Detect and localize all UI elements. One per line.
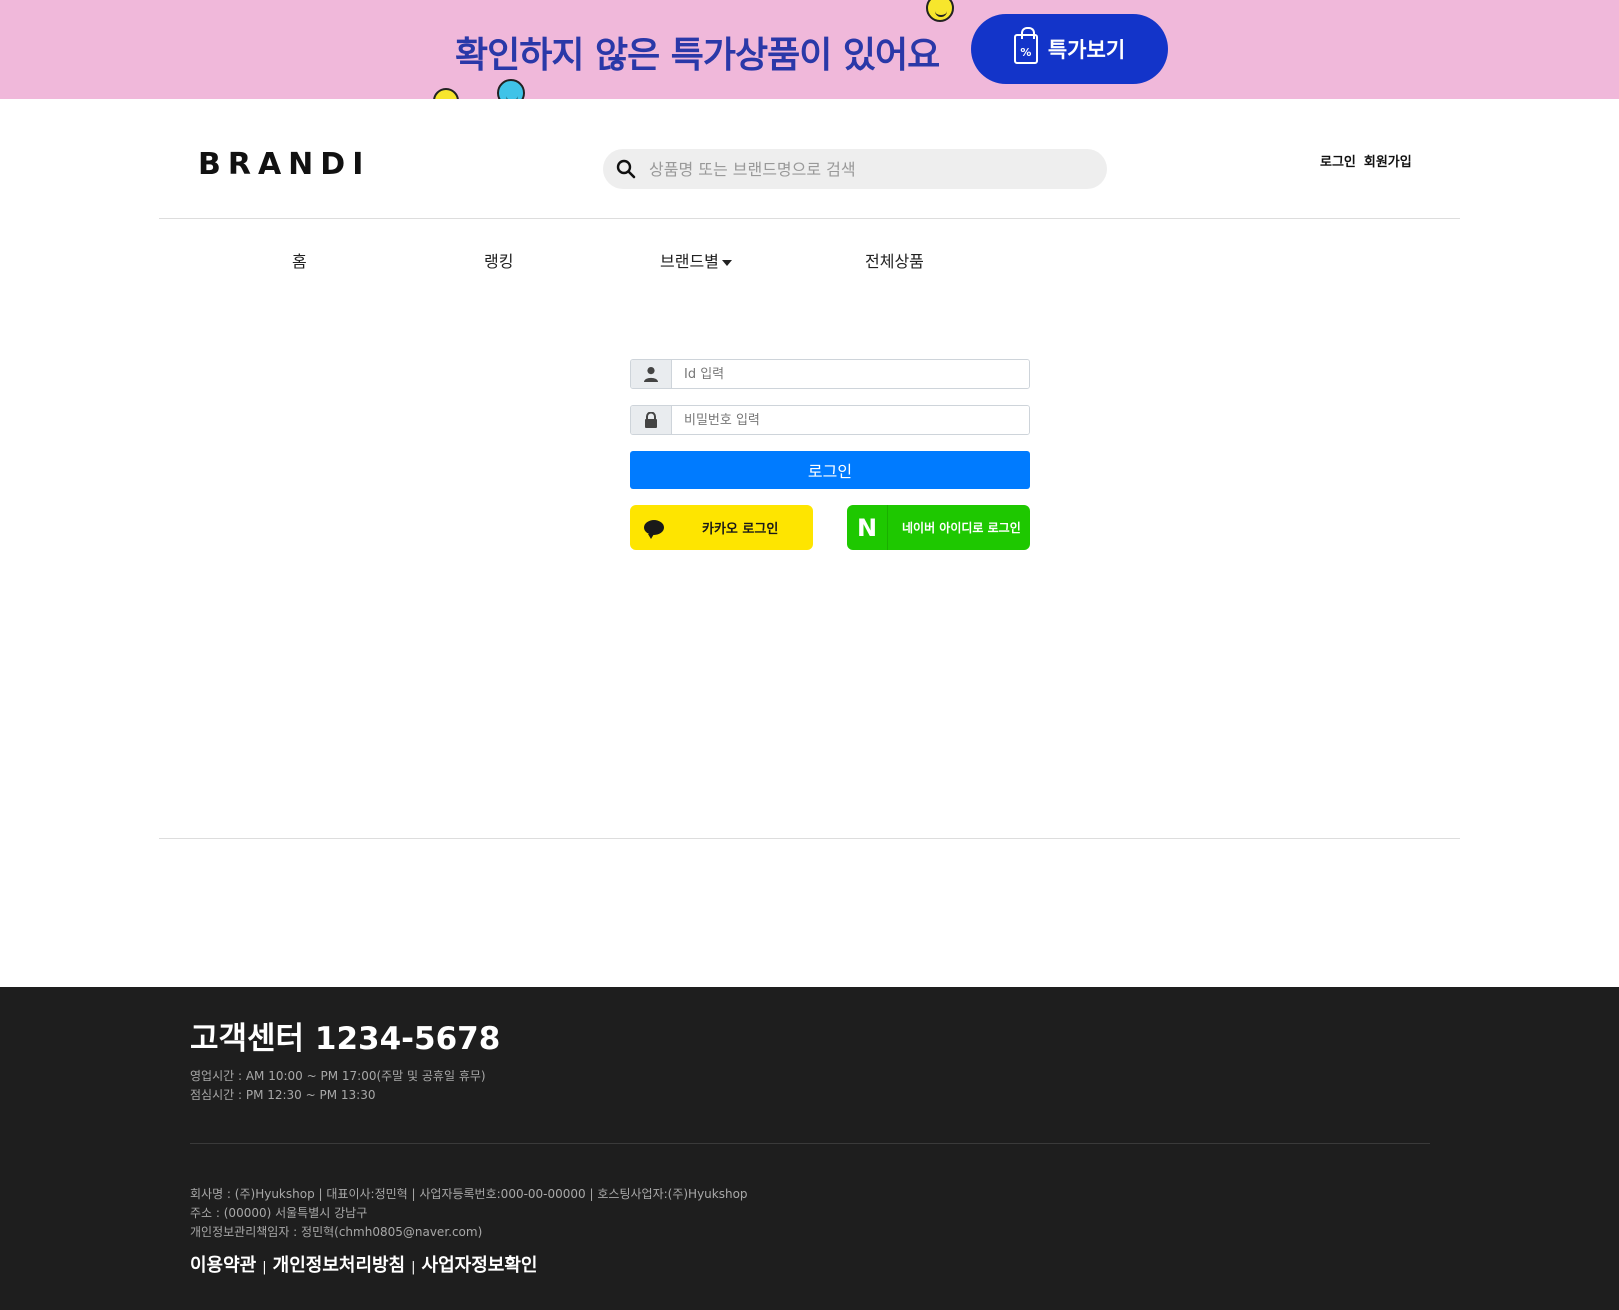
nav-item-brands[interactable]: 브랜드별 — [660, 248, 732, 272]
promo-banner[interactable]: 확인하지 않은 특가상품이 있어요 % 특가보기 — [0, 0, 1619, 99]
nav-item-all-products[interactable]: 전체상품 — [865, 248, 924, 272]
link-separator: | — [411, 1260, 416, 1275]
naver-divider — [887, 505, 888, 550]
auth-links: 로그인 회원가입 — [1320, 151, 1412, 170]
footer-divider — [190, 1143, 1430, 1144]
header-divider — [159, 218, 1460, 219]
smiley-sticker-icon — [433, 88, 459, 99]
privacy-policy-link[interactable]: 개인정보처리방침 — [273, 1251, 405, 1277]
signup-link[interactable]: 회원가입 — [1364, 151, 1412, 170]
caret-down-icon — [721, 259, 732, 266]
privacy-officer-line: 개인정보관리책임자 : 정민혁(chmh0805@naver.com) — [190, 1225, 483, 1239]
user-icon — [631, 360, 672, 388]
special-price-button[interactable]: % 특가보기 — [971, 14, 1168, 84]
business-hours-line: 영업시간 : AM 10:00 ~ PM 17:00(주말 및 공휴일 휴무) — [190, 1069, 486, 1083]
id-input[interactable] — [672, 360, 1029, 388]
login-link[interactable]: 로그인 — [1320, 151, 1356, 170]
password-field — [630, 405, 1030, 435]
search-bar[interactable] — [603, 149, 1107, 189]
kakao-login-label: 카카오 로그인 — [702, 522, 779, 537]
company-info: 회사명 : (주)Hyukshop | 대표이사:정민혁 | 사업자등록번호:0… — [190, 1185, 748, 1242]
content-divider — [159, 838, 1460, 839]
special-price-button-label: 특가보기 — [1047, 38, 1126, 62]
terms-link[interactable]: 이용약관 — [190, 1251, 256, 1277]
business-info-link[interactable]: 사업자정보확인 — [422, 1251, 538, 1277]
footer-links: 이용약관 | 개인정보처리방침 | 사업자정보확인 — [190, 1251, 537, 1277]
kakao-bubble-icon — [644, 520, 664, 539]
brand-logo[interactable]: BRANDI — [198, 147, 370, 182]
company-line: 회사명 : (주)Hyukshop | 대표이사:정민혁 | 사업자등록번호:0… — [190, 1187, 748, 1201]
main-nav: 홈 랭킹 브랜드별 전체상품 — [0, 248, 1619, 272]
customer-center-title: 고객센터 1234-5678 — [190, 1021, 501, 1057]
nav-item-home[interactable]: 홈 — [292, 248, 307, 272]
kakao-login-button[interactable]: 카카오 로그인 — [630, 505, 813, 550]
search-input[interactable] — [649, 159, 1089, 179]
link-separator: | — [262, 1260, 267, 1275]
business-hours: 영업시간 : AM 10:00 ~ PM 17:00(주말 및 공휴일 휴무) … — [190, 1067, 486, 1105]
lock-icon — [631, 406, 672, 434]
search-icon[interactable] — [603, 159, 649, 179]
lunch-hours-line: 점심시간 : PM 12:30 ~ PM 13:30 — [190, 1088, 376, 1102]
bag-percent-glyph: % — [1020, 46, 1032, 59]
nav-item-brands-label: 브랜드별 — [660, 252, 719, 271]
shopping-bag-icon: % — [1013, 27, 1038, 64]
footer: 고객센터 1234-5678 영업시간 : AM 10:00 ~ PM 17:0… — [0, 987, 1619, 1310]
naver-n-icon: N — [857, 513, 878, 542]
nav-item-ranking[interactable]: 랭킹 — [484, 248, 513, 272]
naver-login-label: 네이버 아이디로 로그인 — [902, 521, 1021, 535]
password-input[interactable] — [672, 406, 1029, 434]
login-button[interactable]: 로그인 — [630, 451, 1030, 489]
smiley-sticker-icon — [497, 79, 525, 99]
address-line: 주소 : (00000) 서울특별시 강남구 — [190, 1206, 368, 1220]
smiley-sticker-icon — [926, 0, 954, 22]
promo-text: 확인하지 않은 특가상품이 있어요 — [455, 35, 940, 76]
id-field — [630, 359, 1030, 389]
naver-login-button[interactable]: N 네이버 아이디로 로그인 — [847, 505, 1030, 550]
